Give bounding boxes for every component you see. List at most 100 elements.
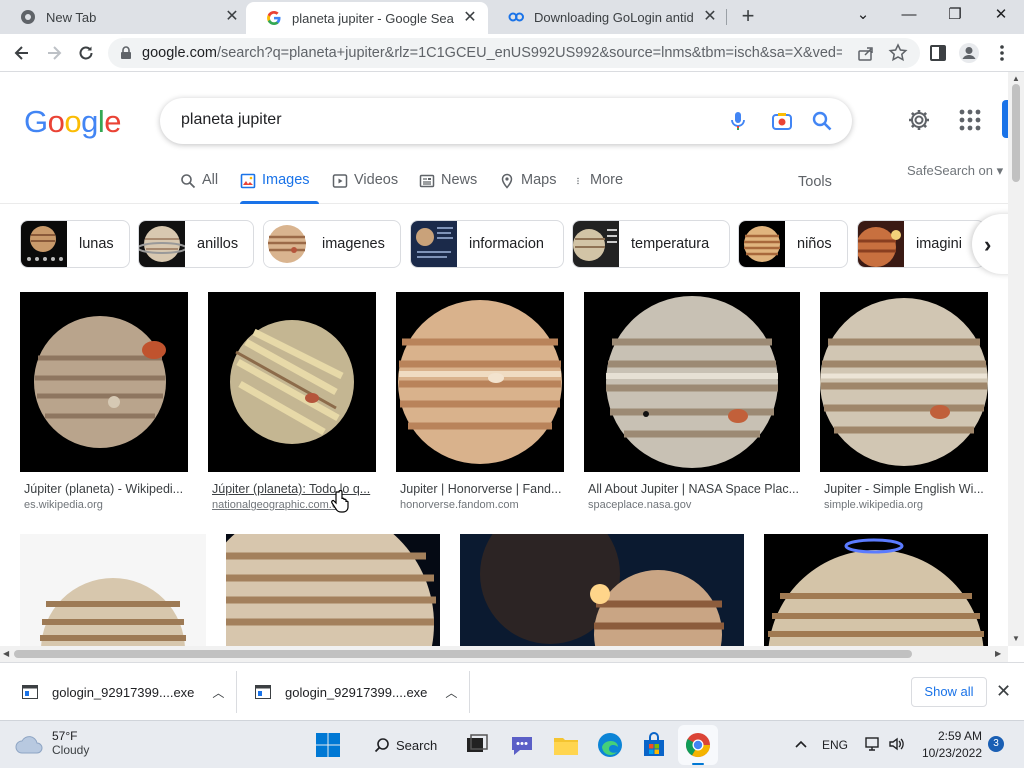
taskbar-search-button[interactable]: Search bbox=[362, 729, 446, 761]
edge-browser-icon[interactable] bbox=[596, 731, 624, 759]
teams-chat-icon[interactable] bbox=[508, 731, 536, 759]
volume-icon[interactable] bbox=[888, 735, 906, 753]
close-download-bar-icon[interactable]: ✕ bbox=[996, 681, 1011, 702]
search-box[interactable]: planeta jupiter bbox=[160, 98, 852, 144]
tab-search-button[interactable]: ⌄ bbox=[848, 4, 878, 26]
chrome-taskbar-button[interactable] bbox=[678, 725, 718, 765]
result-source[interactable]: honorverse.fandom.com bbox=[400, 499, 519, 511]
close-tab-icon[interactable]: ✕ bbox=[462, 10, 478, 26]
forward-button[interactable] bbox=[42, 41, 66, 65]
browser-toolbar: google.com/search?q=planeta+jupiter&rlz=… bbox=[0, 34, 1024, 72]
chip-imagenes[interactable]: imagenes bbox=[263, 220, 401, 268]
image-result[interactable]: Jupiter - Simple English Wi... simple.wi… bbox=[820, 292, 988, 512]
image-result[interactable]: All About Jupiter | NASA Space Plac... s… bbox=[584, 292, 800, 512]
chip-ninos[interactable]: niños bbox=[738, 220, 848, 268]
chevron-up-icon[interactable] bbox=[794, 737, 808, 751]
result-source[interactable]: simple.wikipedia.org bbox=[824, 499, 923, 511]
back-button[interactable] bbox=[10, 41, 34, 65]
tools-button[interactable]: Tools bbox=[798, 174, 832, 190]
scroll-thumb[interactable] bbox=[14, 650, 912, 658]
scroll-right-icon[interactable]: ▶ bbox=[995, 649, 1001, 658]
address-bar[interactable]: google.com/search?q=planeta+jupiter&rlz=… bbox=[108, 38, 920, 68]
close-tab-icon[interactable]: ✕ bbox=[702, 9, 718, 25]
side-panel-icon[interactable] bbox=[928, 43, 948, 63]
gologin-icon bbox=[508, 12, 524, 22]
google-logo[interactable]: Google bbox=[24, 104, 122, 140]
tab-maps[interactable]: Maps bbox=[499, 172, 556, 204]
scroll-thumb[interactable] bbox=[1012, 84, 1020, 182]
horizontal-scrollbar[interactable]: ◀ ▶ bbox=[0, 646, 1008, 662]
maximize-button[interactable]: ❐ bbox=[940, 4, 970, 26]
result-source[interactable]: es.wikipedia.org bbox=[24, 499, 103, 511]
tab-label: More bbox=[590, 172, 624, 188]
network-icon[interactable] bbox=[864, 735, 882, 753]
weather-temperature: 57°F bbox=[52, 729, 78, 743]
search-icon[interactable] bbox=[811, 110, 833, 132]
safesearch-toggle[interactable]: SafeSearch on ▾ bbox=[907, 163, 1003, 179]
image-result[interactable]: Júpiter (planeta) - Wikipedi... es.wikip… bbox=[20, 292, 188, 512]
microphone-icon[interactable] bbox=[727, 110, 749, 132]
chip-thumbnail bbox=[139, 221, 185, 267]
show-all-button[interactable]: Show all bbox=[911, 677, 987, 707]
notification-badge[interactable]: 3 bbox=[988, 736, 1004, 752]
tab-new-tab[interactable]: New Tab ✕ bbox=[0, 0, 250, 34]
bookmark-star-icon[interactable] bbox=[888, 43, 908, 63]
tab-all[interactable]: All bbox=[180, 172, 218, 204]
image-result[interactable] bbox=[226, 534, 440, 646]
tab-news[interactable]: News bbox=[419, 172, 477, 204]
search-input[interactable]: planeta jupiter bbox=[181, 111, 282, 129]
lock-icon bbox=[121, 46, 131, 59]
windows-start-icon[interactable] bbox=[314, 731, 342, 759]
result-caption[interactable]: All About Jupiter | NASA Space Plac... bbox=[588, 482, 800, 496]
close-tab-icon[interactable]: ✕ bbox=[224, 9, 240, 25]
chevron-up-icon[interactable]: ︿ bbox=[445, 684, 457, 701]
scroll-left-icon[interactable]: ◀ bbox=[3, 649, 9, 658]
download-item[interactable]: gologin_92917399....exe ︿ bbox=[22, 671, 224, 713]
tab-google-search[interactable]: planeta jupiter - Google Search ✕ bbox=[246, 2, 488, 34]
chip-informacion[interactable]: informacion bbox=[410, 220, 564, 268]
language-indicator[interactable]: ENG bbox=[822, 738, 848, 752]
apps-grid-icon[interactable] bbox=[958, 108, 982, 132]
image-result[interactable] bbox=[764, 534, 988, 646]
result-caption[interactable]: Júpiter (planeta): Todo lo q... bbox=[212, 482, 376, 496]
minimize-button[interactable]: — bbox=[894, 4, 924, 26]
result-caption[interactable]: Júpiter (planeta) - Wikipedi... bbox=[24, 482, 188, 496]
close-window-button[interactable]: ✕ bbox=[986, 4, 1016, 26]
scroll-down-icon[interactable]: ▼ bbox=[1012, 634, 1020, 643]
scroll-up-icon[interactable]: ▲ bbox=[1012, 74, 1020, 83]
tab-images[interactable]: Images bbox=[240, 172, 319, 204]
result-caption[interactable]: Jupiter - Simple English Wi... bbox=[824, 482, 988, 496]
share-icon[interactable] bbox=[856, 43, 876, 63]
chip-anillos[interactable]: anillos bbox=[138, 220, 254, 268]
result-caption[interactable]: Jupiter | Honorverse | Fand... bbox=[400, 482, 564, 496]
system-clock[interactable]: 2:59 AM 10/23/2022 bbox=[920, 728, 982, 762]
profile-avatar-icon[interactable] bbox=[958, 42, 980, 64]
chip-lunas[interactable]: lunas bbox=[20, 220, 130, 268]
gear-icon[interactable] bbox=[907, 108, 931, 132]
result-source[interactable]: nationalgeographic.com.es bbox=[212, 499, 343, 511]
chevron-up-icon[interactable]: ︿ bbox=[212, 684, 224, 701]
weather-widget[interactable]: 57°F Cloudy bbox=[14, 729, 89, 757]
file-explorer-icon[interactable] bbox=[552, 731, 580, 759]
image-result[interactable] bbox=[460, 534, 744, 646]
download-item[interactable]: gologin_92917399....exe ︿ bbox=[255, 671, 457, 713]
microsoft-store-icon[interactable] bbox=[640, 731, 668, 759]
map-pin-icon bbox=[501, 173, 513, 189]
result-thumbnail bbox=[226, 534, 440, 646]
task-view-icon[interactable] bbox=[463, 731, 491, 759]
image-result[interactable]: Júpiter (planeta): Todo lo q... national… bbox=[208, 292, 376, 512]
chip-temperatura[interactable]: temperatura bbox=[572, 220, 730, 268]
image-result[interactable]: Jupiter | Honorverse | Fand... honorvers… bbox=[396, 292, 564, 512]
camera-lens-icon[interactable] bbox=[771, 110, 793, 132]
new-tab-button[interactable]: + bbox=[737, 5, 759, 28]
result-source[interactable]: spaceplace.nasa.gov bbox=[588, 499, 691, 511]
tab-more[interactable]: More bbox=[576, 172, 623, 204]
kebab-menu-icon[interactable] bbox=[994, 43, 1010, 63]
tab-gologin[interactable]: Downloading GoLogin antidetect ✕ bbox=[488, 0, 728, 34]
tab-videos[interactable]: Videos bbox=[332, 172, 398, 204]
vertical-scrollbar[interactable]: ▲ ▼ bbox=[1008, 72, 1024, 646]
chip-imagini[interactable]: imagini bbox=[857, 220, 985, 268]
image-result[interactable] bbox=[20, 534, 206, 646]
video-icon bbox=[332, 174, 348, 188]
reload-button[interactable] bbox=[74, 41, 98, 65]
